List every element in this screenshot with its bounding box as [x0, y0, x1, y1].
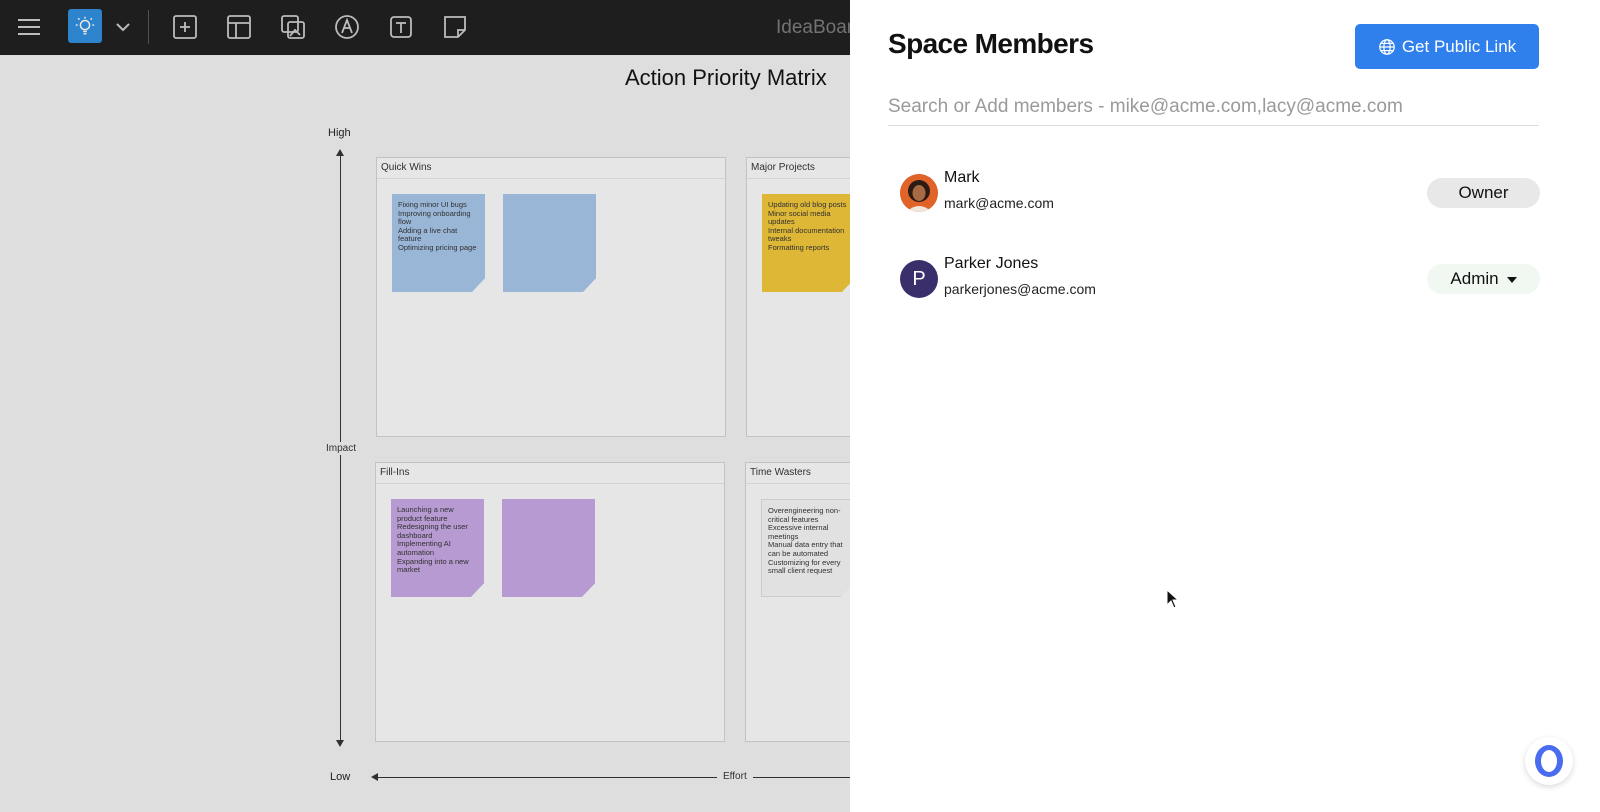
get-public-link-label: Get Public Link	[1401, 36, 1517, 56]
member-name: Mark	[944, 169, 980, 186]
mouse-cursor-icon	[1166, 589, 1180, 609]
member-email: mark@acme.com	[944, 195, 1054, 211]
member-name: Parker Jones	[944, 255, 1039, 272]
role-dropdown-label: Admin	[1450, 269, 1499, 288]
avatar: P	[900, 260, 938, 298]
chat-bubble-icon	[1535, 745, 1563, 777]
help-chat-button[interactable]	[1525, 737, 1573, 785]
member-search	[888, 92, 1539, 126]
globe-icon	[1378, 38, 1395, 55]
member-email: parkerjones@acme.com	[944, 281, 1096, 297]
role-badge-owner: Owner	[1427, 178, 1540, 208]
member-row: P Parker Jones parkerjones@acme.com Admi…	[900, 252, 1540, 308]
member-search-input[interactable]	[888, 92, 1539, 122]
member-row: Mark mark@acme.com Owner	[900, 166, 1540, 222]
role-dropdown-admin[interactable]: Admin	[1427, 264, 1540, 294]
avatar	[900, 174, 938, 212]
space-members-panel: Space Members Get Public Link Mark mark@…	[850, 0, 1600, 812]
get-public-link-button[interactable]: Get Public Link	[1355, 24, 1539, 69]
whiteboard: IdeaBoar Action Priority Matrix High Imp…	[0, 0, 850, 812]
panel-title: Space Members	[888, 28, 1094, 59]
caret-down-icon	[1506, 277, 1517, 283]
modal-overlay[interactable]	[0, 0, 850, 812]
